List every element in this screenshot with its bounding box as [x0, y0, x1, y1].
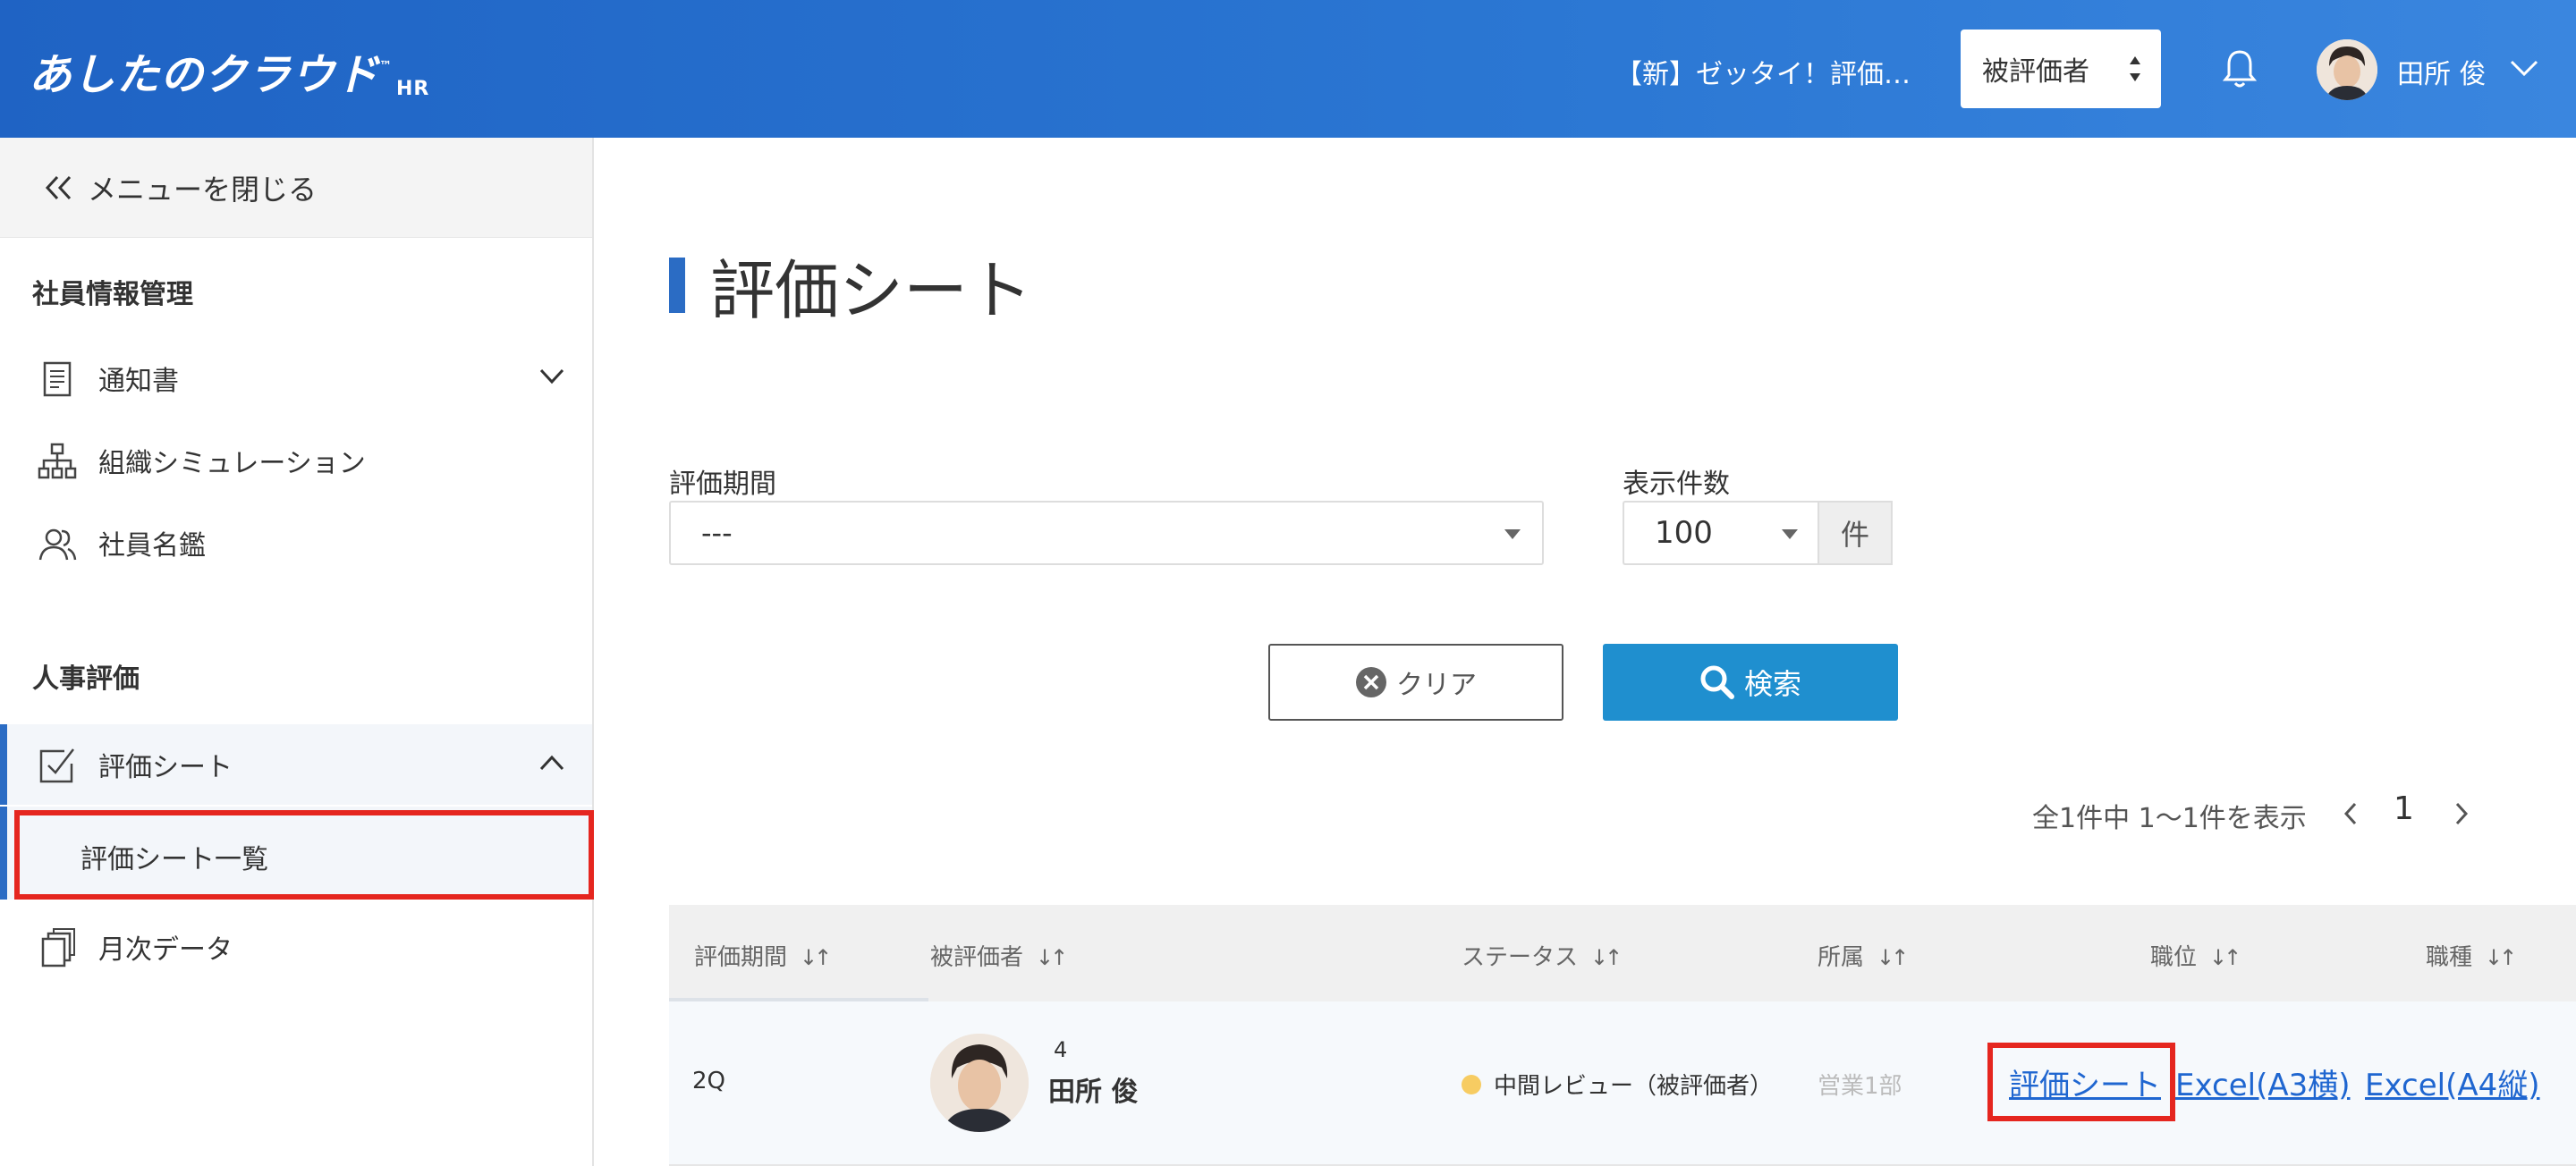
page-title: 評価シート — [669, 238, 1032, 332]
table-row: 2Q 4 田所 俊 中間レビュー（被評価者） 営業1部 評価シート Excel(… — [669, 1001, 2576, 1166]
sidebar-item-label: 評価シート — [98, 752, 233, 783]
column-header-status[interactable]: ステータス ↓↑ — [1462, 939, 1623, 972]
header-title[interactable]: 【新】ゼッタイ！評価… — [1615, 52, 1911, 91]
sidebar-subitem-eval-sheet-list[interactable]: 評価シート一覧 — [0, 807, 594, 900]
employee-avatar-image — [930, 1034, 1029, 1132]
column-header-label: 職種 — [2426, 944, 2473, 971]
sort-icon: ↓↑ — [800, 945, 832, 970]
sidebar-item-org-simulation[interactable]: 組織シミュレーション — [0, 420, 592, 501]
sidebar-item-eval-sheet[interactable]: 評価シート — [0, 724, 592, 805]
user-avatar[interactable] — [2317, 39, 2377, 100]
sidebar-item-label: 通知書 — [98, 366, 179, 397]
search-icon — [1700, 665, 1734, 699]
title-accent-bar — [669, 257, 685, 313]
chevron-down-icon — [539, 368, 564, 384]
column-header-label: 被評価者 — [930, 944, 1024, 971]
cell-period: 2Q — [692, 1068, 726, 1094]
logo-suffix: HR — [396, 78, 430, 100]
app-logo[interactable]: あしたのクラウド™HR — [29, 39, 429, 102]
excel-a4-link[interactable]: Excel(A4縦) — [2365, 1060, 2539, 1104]
close-menu-label: メニューを閉じる — [88, 172, 318, 207]
status-dot — [1462, 1075, 1481, 1094]
user-name[interactable]: 田所 俊 — [2397, 52, 2487, 91]
double-chevron-left-icon — [45, 175, 72, 199]
sort-icon: ↓↑ — [2209, 945, 2241, 970]
sidebar-item-label: 組織シミュレーション — [98, 448, 366, 479]
logo-tm: ™ — [379, 59, 394, 73]
user-avatar-image — [2317, 39, 2377, 100]
column-header-period[interactable]: 評価期間 ↓↑ — [694, 939, 832, 972]
org-chart-icon — [38, 443, 77, 479]
clear-button-label: クリア — [1396, 670, 1477, 701]
column-header-label: 所属 — [1818, 944, 1865, 971]
page-title-text: 評価シート — [710, 253, 1033, 328]
users-icon — [38, 528, 77, 561]
employee-name: 田所 俊 — [1048, 1077, 1139, 1108]
sidebar-item-notice[interactable]: 通知書 — [0, 338, 592, 418]
chevron-right-icon[interactable] — [2453, 801, 2470, 826]
table-header: 評価期間 ↓↑ 被評価者 ↓↑ ステータス ↓↑ 所属 ↓↑ 職位 ↓↑ 職種 ↓↑ — [669, 905, 2576, 1001]
sidebar: メニューを閉じる 社員情報管理 通知書 組織シミュレーション 社員名鑑 人事評価… — [0, 138, 594, 1166]
logo-text: あしたのクラウド — [29, 50, 380, 100]
chevron-down-icon[interactable] — [2508, 57, 2540, 79]
column-header-job-type[interactable]: 職種 ↓↑ — [2426, 939, 2517, 972]
period-select-value: --- — [701, 516, 733, 550]
status-text: 中間レビュー（被評価者） — [1494, 1073, 1774, 1100]
section-employee-info: 社員情報管理 — [32, 279, 193, 310]
employee-number: 4 — [1054, 1037, 1068, 1062]
sort-icon: ↓↑ — [2485, 945, 2517, 970]
checkbox-checked-icon — [39, 748, 74, 783]
copy-documents-icon — [41, 928, 75, 967]
sidebar-item-label: 月次データ — [98, 934, 233, 966]
select-arrows-icon — [2130, 56, 2140, 81]
app-header: あしたのクラウド™HR 【新】ゼッタイ！評価… 被評価者 田所 俊 — [0, 0, 2576, 138]
search-button[interactable]: 検索 — [1603, 644, 1898, 721]
sort-icon: ↓↑ — [1590, 945, 1623, 970]
sidebar-item-directory[interactable]: 社員名鑑 — [0, 503, 592, 583]
role-select[interactable]: 被評価者 — [1961, 30, 2161, 108]
excel-a3-link[interactable]: Excel(A3横) — [2175, 1060, 2350, 1104]
period-select[interactable]: --- — [669, 501, 1544, 565]
department-text: 営業1部 — [1818, 1073, 1902, 1100]
eval-sheet-link[interactable]: 評価シート — [2009, 1060, 2161, 1104]
count-select-value: 100 — [1655, 515, 1713, 551]
page-number[interactable]: 1 — [2394, 790, 2414, 827]
sidebar-subitem-label: 評価シート一覧 — [80, 844, 268, 875]
column-header-department[interactable]: 所属 ↓↑ — [1818, 939, 1909, 972]
pagination-info: 全1件中 1〜1件を表示 — [2032, 803, 2307, 834]
dropdown-caret-icon — [1504, 529, 1521, 539]
column-header-employee[interactable]: 被評価者 ↓↑ — [930, 939, 1068, 972]
document-icon — [43, 361, 72, 397]
dropdown-caret-icon — [1782, 529, 1798, 539]
count-select[interactable]: 100 — [1623, 501, 1819, 565]
column-header-label: 職位 — [2150, 944, 2198, 971]
section-hr-evaluation: 人事評価 — [32, 663, 140, 695]
column-header-position[interactable]: 職位 ↓↑ — [2150, 939, 2241, 972]
search-button-label: 検索 — [1743, 667, 1801, 701]
count-label: 表示件数 — [1623, 469, 1730, 500]
column-header-label: 評価期間 — [694, 944, 788, 971]
close-menu-button[interactable]: メニューを閉じる — [0, 138, 592, 238]
sort-icon: ↓↑ — [1877, 945, 1909, 970]
employee-avatar — [930, 1034, 1029, 1132]
period-label: 評価期間 — [669, 469, 776, 500]
chevron-up-icon — [539, 755, 564, 771]
sidebar-item-monthly-data[interactable]: 月次データ — [0, 907, 592, 987]
column-header-label: ステータス — [1462, 944, 1579, 971]
bell-icon[interactable] — [2222, 48, 2258, 89]
role-select-value: 被評価者 — [1982, 56, 2089, 88]
count-unit: 件 — [1818, 501, 1893, 565]
clear-circle-icon — [1356, 667, 1386, 697]
sort-icon: ↓↑ — [1036, 945, 1068, 970]
clear-button[interactable]: クリア — [1268, 644, 1563, 721]
sidebar-item-label: 社員名鑑 — [98, 530, 206, 562]
chevron-left-icon[interactable] — [2342, 801, 2360, 826]
